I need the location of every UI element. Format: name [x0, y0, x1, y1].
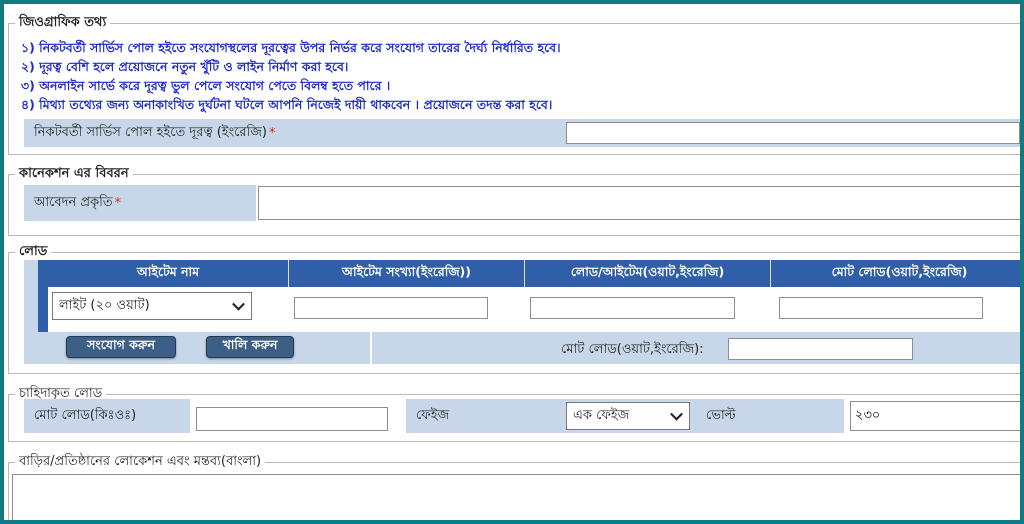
- add-item-button[interactable]: সংযোগ করুন: [66, 336, 176, 358]
- column-header: মোট লোড(ওয়াট,ইংরেজি): [770, 260, 1020, 287]
- location-comment-textarea[interactable]: [12, 474, 1020, 520]
- geo-note: ২) দূরত্ব বেশি হলে প্রয়োজনে নতুন খুঁটি …: [21, 59, 349, 74]
- required-marker: *: [114, 195, 122, 211]
- geo-note: ৪) মিথ্যা তথ্যের জন্য অনাকাংখিত দুর্ঘটনা…: [21, 97, 553, 112]
- phase-value: এক ফেইজ: [573, 407, 630, 423]
- load-table-header: আইটেম নাম আইটেম সংখ্যা(ইংরেজি)) লোড/আইটে…: [38, 260, 1020, 287]
- total-kw-input[interactable]: [196, 407, 388, 431]
- item-count-input[interactable]: [294, 297, 488, 319]
- load-table-margin: [24, 260, 38, 332]
- volt-input[interactable]: [850, 401, 1020, 431]
- item-name-select[interactable]: লাইট (২০ ওয়াট): [52, 292, 252, 320]
- application-type-label-cell: আবেদন প্রকৃতি *: [24, 185, 256, 221]
- column-header: আইটেম সংখ্যা(ইংরেজি)): [288, 260, 524, 287]
- application-type-label: আবেদন প্রকৃতি: [34, 194, 113, 210]
- load-per-item-input[interactable]: [530, 297, 735, 319]
- column-header: আইটেম নাম: [136, 263, 200, 279]
- phase-label: ফেইজ: [416, 407, 450, 423]
- total-load-label: মোট লোড(ওয়াট,ইংরেজি):: [561, 342, 704, 357]
- geo-notes-list: ১) নিকটবর্তী সার্ভিস পোল হইতে সংযোগস্থলে…: [21, 38, 561, 114]
- application-type-input[interactable]: [258, 186, 1020, 220]
- distance-label-cell: নিকটবর্তী সার্ভিস পোল হইতে দূরত্ব (ইংরেজ…: [24, 119, 556, 147]
- distance-label: নিকটবর্তী সার্ভিস পোল হইতে দূরত্ব (ইংরেজ…: [34, 124, 267, 140]
- geo-note: ৩) অনলাইন সার্ভে করে দূরত্ব ভুল পেলে সংয…: [21, 78, 391, 93]
- phase-select[interactable]: এক ফেইজ: [566, 402, 690, 430]
- chevron-down-icon: [232, 297, 245, 311]
- chevron-down-icon: [670, 407, 683, 421]
- geo-note: ১) নিকটবর্তী সার্ভিস পোল হইতে সংযোগস্থলে…: [21, 40, 561, 55]
- phase-label-cell: ফেইজ: [406, 399, 556, 433]
- total-kw-label-cell: মোট লোড(কিঃওঃ): [24, 399, 190, 433]
- required-marker: *: [268, 125, 276, 141]
- column-header: লোড/আইটেম(ওয়াট,ইংরেজি): [524, 260, 770, 287]
- total-kw-label: মোট লোড(কিঃওঃ): [34, 407, 137, 423]
- geo-legend: জিওগ্রাফিক তথ্য: [19, 15, 107, 30]
- divider: [370, 332, 372, 364]
- connection-legend: কানেকশন এর বিবরন: [19, 166, 129, 181]
- clear-button[interactable]: খালি করুন: [206, 336, 294, 358]
- total-load-input[interactable]: [728, 338, 913, 360]
- location-legend: বাড়ির/প্রতিষ্ঠানের লোকেশন এবং মন্তব্য(ব…: [19, 454, 262, 469]
- volt-label-cell: ভোল্ট: [696, 399, 844, 433]
- distance-input[interactable]: [566, 122, 1020, 144]
- row-total-load-input[interactable]: [779, 297, 983, 319]
- application-form-frame: জিওগ্রাফিক তথ্য ১) নিকটবর্তী সার্ভিস পোল…: [0, 0, 1024, 524]
- volt-label: ভোল্ট: [706, 407, 736, 423]
- item-name-value: লাইট (২০ ওয়াট): [59, 297, 150, 313]
